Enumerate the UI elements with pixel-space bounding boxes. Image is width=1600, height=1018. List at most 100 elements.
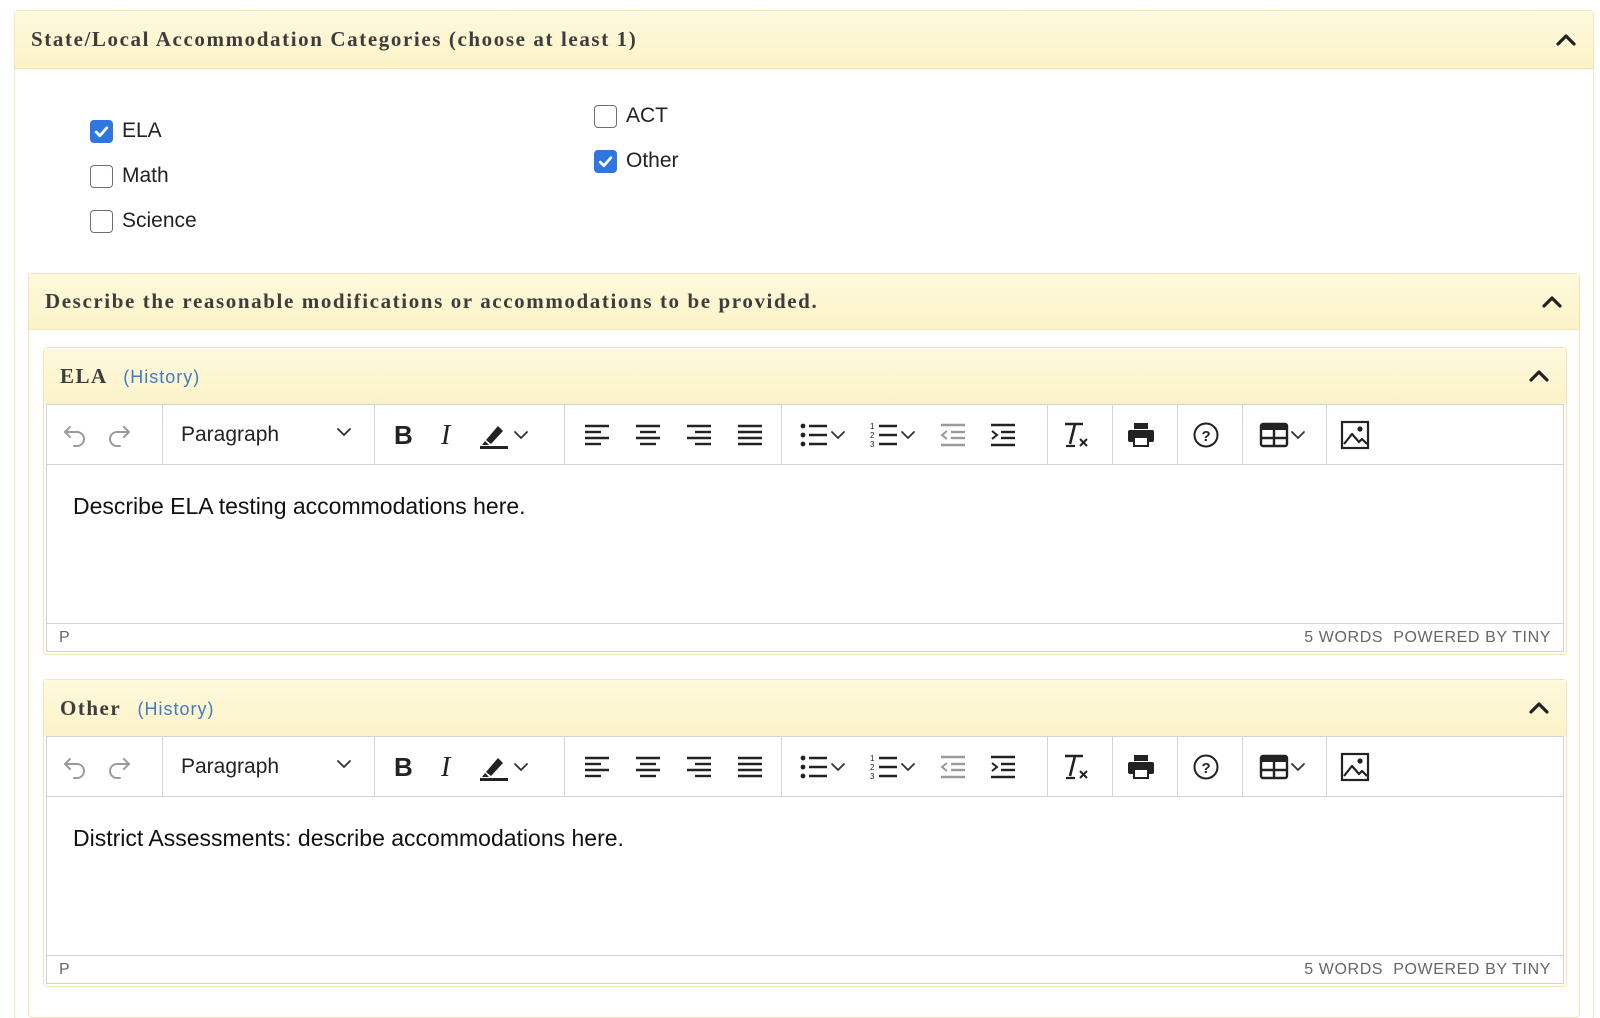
word-count[interactable]: 5 WORDS bbox=[1304, 629, 1383, 646]
outdent-icon[interactable] bbox=[928, 747, 978, 787]
chevron-up-icon[interactable] bbox=[1528, 365, 1550, 387]
table-icon[interactable] bbox=[1249, 747, 1317, 787]
svg-text:B: B bbox=[394, 753, 413, 781]
align-left-icon[interactable] bbox=[571, 747, 622, 787]
modifications-header[interactable]: Describe the reasonable modifications or… bbox=[29, 274, 1579, 330]
categories-header[interactable]: State/Local Accommodation Categories (ch… bbox=[15, 11, 1593, 69]
modifications-title: Describe the reasonable modifications or… bbox=[45, 289, 819, 313]
editor-content[interactable]: District Assessments: describe accommoda… bbox=[47, 797, 1563, 955]
editor-statusbar: P 5 WORDS POWERED BY TINY bbox=[47, 623, 1563, 651]
justify-icon[interactable] bbox=[724, 415, 775, 455]
editor-title: Other bbox=[60, 695, 121, 720]
checkbox-checked[interactable] bbox=[594, 149, 617, 173]
indent-icon[interactable] bbox=[978, 747, 1028, 787]
checkbox-other[interactable]: Other bbox=[594, 149, 679, 173]
print-icon[interactable] bbox=[1119, 415, 1163, 455]
checkbox-checked[interactable] bbox=[90, 119, 113, 143]
rich-text-editor: Paragraph B I bbox=[46, 404, 1564, 652]
editor-statusbar: P 5 WORDS POWERED BY TINY bbox=[47, 955, 1563, 983]
svg-text:1: 1 bbox=[870, 422, 875, 431]
history-link[interactable]: (History) bbox=[123, 367, 200, 387]
checkbox-unchecked[interactable] bbox=[90, 209, 113, 233]
svg-text:?: ? bbox=[1202, 760, 1211, 777]
block-format-select[interactable]: Paragraph bbox=[169, 415, 365, 455]
chevron-down-icon bbox=[335, 423, 353, 447]
checkbox-ela[interactable]: ELA bbox=[90, 119, 162, 143]
checkbox-label: Other bbox=[626, 149, 679, 172]
align-center-icon[interactable] bbox=[622, 415, 673, 455]
editor-header[interactable]: ELA (History) bbox=[44, 348, 1566, 404]
svg-text:I: I bbox=[440, 421, 452, 449]
italic-icon[interactable]: I bbox=[425, 747, 469, 787]
chevron-up-icon[interactable] bbox=[1555, 29, 1577, 51]
bold-icon[interactable]: B bbox=[381, 747, 425, 787]
checkbox-unchecked[interactable] bbox=[594, 104, 617, 128]
checkbox-math[interactable]: Math bbox=[90, 164, 169, 188]
redo-icon[interactable] bbox=[97, 415, 141, 455]
chevron-down-icon bbox=[514, 762, 528, 771]
highlight-icon[interactable] bbox=[469, 415, 539, 455]
word-count[interactable]: 5 WORDS bbox=[1304, 961, 1383, 978]
checkbox-label: ELA bbox=[122, 119, 162, 142]
editor-header[interactable]: Other (History) bbox=[44, 680, 1566, 736]
bullet-list-icon[interactable] bbox=[788, 747, 858, 787]
svg-text:I: I bbox=[440, 753, 452, 781]
block-format-label: Paragraph bbox=[181, 754, 280, 778]
svg-text:B: B bbox=[394, 421, 413, 449]
align-right-icon[interactable] bbox=[673, 415, 724, 455]
modifications-panel: Describe the reasonable modifications or… bbox=[28, 273, 1580, 1018]
rich-text-editor: Paragraph B I bbox=[46, 736, 1564, 984]
checkbox-label: ACT bbox=[626, 104, 668, 127]
image-icon[interactable] bbox=[1333, 415, 1377, 455]
powered-by-link[interactable]: POWERED BY TINY bbox=[1393, 629, 1551, 646]
justify-icon[interactable] bbox=[724, 747, 775, 787]
help-icon[interactable]: ? bbox=[1184, 747, 1228, 787]
align-right-icon[interactable] bbox=[673, 747, 724, 787]
chevron-down-icon bbox=[335, 755, 353, 779]
history-link[interactable]: (History) bbox=[138, 699, 215, 719]
category-checkbox-group: ELA Math Science ACT Other bbox=[90, 93, 1090, 263]
clear-format-icon[interactable] bbox=[1054, 415, 1098, 455]
editor-content[interactable]: Describe ELA testing accommodations here… bbox=[47, 465, 1563, 623]
undo-icon[interactable] bbox=[53, 415, 97, 455]
clear-format-icon[interactable] bbox=[1054, 747, 1098, 787]
outdent-icon[interactable] bbox=[928, 415, 978, 455]
undo-icon[interactable] bbox=[53, 747, 97, 787]
svg-text:2: 2 bbox=[870, 763, 875, 772]
block-format-label: Paragraph bbox=[181, 422, 280, 446]
element-path[interactable]: P bbox=[59, 961, 70, 979]
print-icon[interactable] bbox=[1119, 747, 1163, 787]
image-icon[interactable] bbox=[1333, 747, 1377, 787]
chevron-down-icon bbox=[1291, 762, 1305, 771]
align-center-icon[interactable] bbox=[622, 747, 673, 787]
checkbox-unchecked[interactable] bbox=[90, 164, 113, 188]
highlight-icon[interactable] bbox=[469, 747, 539, 787]
help-icon[interactable]: ? bbox=[1184, 415, 1228, 455]
numbered-list-icon[interactable]: 123 bbox=[858, 747, 928, 787]
chevron-up-icon[interactable] bbox=[1541, 291, 1563, 313]
ela-editor-panel: ELA (History) Paragraph B I 1 2 3 ? Desc… bbox=[43, 347, 1567, 655]
chevron-down-icon bbox=[901, 762, 915, 771]
checkbox-science[interactable]: Science bbox=[90, 209, 197, 233]
editor-toolbar: Paragraph B I 1 2 3 ? bbox=[47, 405, 1563, 465]
chevron-down-icon bbox=[1291, 430, 1305, 439]
chevron-down-icon bbox=[514, 430, 528, 439]
svg-text:3: 3 bbox=[870, 772, 875, 781]
table-icon[interactable] bbox=[1249, 415, 1317, 455]
checkbox-act[interactable]: ACT bbox=[594, 104, 668, 128]
block-format-select[interactable]: Paragraph bbox=[169, 747, 365, 787]
chevron-down-icon bbox=[831, 430, 845, 439]
indent-icon[interactable] bbox=[978, 415, 1028, 455]
categories-title: State/Local Accommodation Categories (ch… bbox=[31, 27, 638, 51]
numbered-list-icon[interactable]: 123 bbox=[858, 415, 928, 455]
bold-icon[interactable]: B bbox=[381, 415, 425, 455]
redo-icon[interactable] bbox=[97, 747, 141, 787]
align-left-icon[interactable] bbox=[571, 415, 622, 455]
italic-icon[interactable]: I bbox=[425, 415, 469, 455]
powered-by-link[interactable]: POWERED BY TINY bbox=[1393, 961, 1551, 978]
svg-text:?: ? bbox=[1202, 428, 1211, 445]
checkbox-label: Math bbox=[122, 164, 169, 187]
chevron-up-icon[interactable] bbox=[1528, 697, 1550, 719]
bullet-list-icon[interactable] bbox=[788, 415, 858, 455]
element-path[interactable]: P bbox=[59, 629, 70, 647]
